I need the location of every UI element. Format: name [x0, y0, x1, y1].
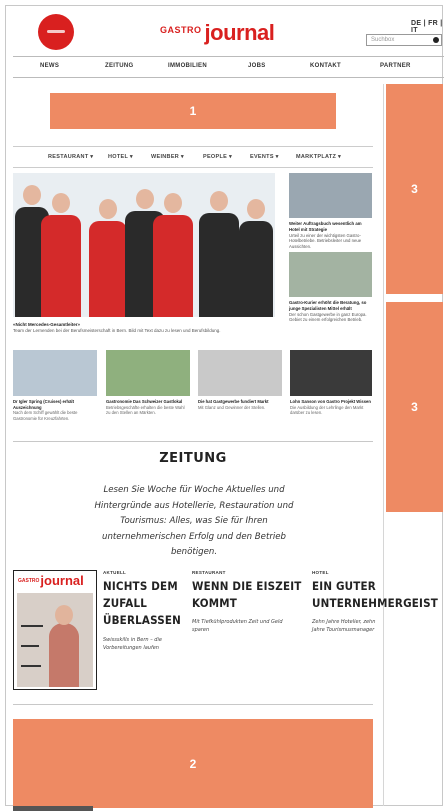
hero-person — [41, 193, 81, 317]
subnav-hotel[interactable]: HOTEL ▾ — [108, 154, 133, 160]
cover-photo — [17, 593, 93, 687]
card-image[interactable] — [198, 350, 282, 396]
newspaper-cover[interactable]: GASTRO journal — [13, 570, 97, 690]
ad-slot-sidebar-bottom[interactable]: 3 — [386, 302, 443, 512]
column-divider — [383, 84, 384, 806]
nav-item-zeitung[interactable]: ZEITUNG — [105, 63, 133, 69]
hero-caption[interactable]: «Nicht Mercedes-Gesamtleiter» Team der L… — [13, 322, 275, 334]
side-article-text: Der schon Gastgewerbe in ganz Europa. Ge… — [289, 311, 367, 323]
card-title: Dr Igler Spring (Cruises) erhält Auszeic… — [13, 399, 74, 410]
cover-brand-large: journal — [40, 573, 84, 588]
card-text[interactable]: Die hat Gastgewerbe fundiert Markt Mit Gl… — [198, 399, 282, 410]
card-image[interactable] — [290, 350, 372, 396]
ad-slot-sidebar-top[interactable]: 3 — [386, 84, 443, 294]
card-desc: Nach dem Schiff gewählt die beste Gastro… — [13, 410, 78, 421]
article-title[interactable]: NICHTS DEM ZUFALL ÜBERLASSEN — [103, 578, 188, 629]
hero-person — [153, 193, 193, 317]
article-category: AKTUELL — [103, 570, 127, 575]
brand-logo[interactable]: GASTRO journal — [160, 18, 275, 45]
article-title[interactable]: WENN DIE EISZEIT KOMMT — [192, 578, 304, 612]
card-text[interactable]: Gastronomie Das Schweizer Gastlokal Betri… — [106, 399, 190, 416]
nav-item-immobilien[interactable]: IMMOBILIEN — [168, 63, 207, 69]
ad-slot-top[interactable]: 1 — [50, 93, 336, 129]
article-category: HOTEL — [312, 570, 329, 575]
main-navigation: NEWS ZEITUNG IMMOBILIEN JOBS KONTAKT PAR… — [13, 56, 444, 78]
cover-brand: GASTRO journal — [18, 574, 84, 587]
nav-item-news[interactable]: NEWS — [40, 63, 59, 69]
side-article[interactable]: Weiter Auftragsbuch wesentlich am Hotel … — [289, 221, 372, 250]
search-icon[interactable] — [433, 37, 439, 43]
article-subtitle: Zehn Jahre Hotelier, zehn Jahre Tourismu… — [312, 619, 376, 633]
article-title[interactable]: EIN GUTER UNTERNEHMERGEIST — [312, 578, 438, 612]
card-image[interactable] — [13, 350, 97, 396]
language-switcher[interactable]: DE | FR | IT — [411, 20, 448, 34]
card-image[interactable] — [106, 350, 190, 396]
nav-item-kontakt[interactable]: KONTAKT — [310, 63, 341, 69]
hero-text: Team der Lernenden bei der Berufsmeister… — [13, 328, 221, 333]
card-text[interactable]: Lohn Sanson von Gastro Projekt Wissen Die… — [290, 399, 372, 416]
nav-item-partner[interactable]: PARTNER — [380, 63, 411, 69]
category-navigation: RESTAURANT ▾ HOTEL ▾ WEINBER ▾ PEOPLE ▾ … — [13, 146, 373, 168]
side-article[interactable]: Gastro-Kurier erhöht die Beratung, so ju… — [289, 300, 372, 323]
subnav-weinber[interactable]: WEINBER ▾ — [151, 154, 184, 160]
side-article-title: Weiter Auftragsbuch wesentlich am Hotel … — [289, 221, 362, 232]
subnav-marktplatz[interactable]: MARKTPLATZ ▾ — [296, 154, 341, 160]
hero-person — [89, 199, 127, 317]
article-subtitle: Swissskills in Bern – die Vorbereitungen… — [103, 637, 162, 651]
subnav-people[interactable]: PEOPLE ▾ — [203, 154, 232, 160]
card-desc: Betriebsgeschäfte erhalten die beste Wah… — [106, 404, 185, 416]
side-article-text: Urteil zu einer der wichtigsten Gastro-H… — [289, 232, 362, 250]
hero-person — [199, 191, 239, 317]
side-article-image[interactable] — [289, 252, 372, 297]
nav-item-jobs[interactable]: JOBS — [248, 63, 266, 69]
cover-brand-small: GASTRO — [18, 578, 40, 584]
section-divider — [13, 704, 373, 705]
hero-image[interactable] — [13, 173, 275, 317]
hero-headline: «Nicht Mercedes-Gesamtleiter» — [13, 322, 81, 327]
card-desc: Die Ausbildung der Lehrlinge den Markt d… — [290, 404, 364, 416]
section-title: ZEITUNG — [159, 451, 227, 466]
ad-slot-bottom[interactable]: 2 — [13, 719, 373, 808]
article-category: RESTAURANT — [192, 570, 226, 575]
card-desc: Mit Glanz und Gewinner der Stellen. — [198, 404, 266, 410]
article-subtitle: Mit Tiefkühlprodukten Zeit und Geld spar… — [192, 619, 283, 633]
brand-small-text: GASTRO — [160, 25, 202, 35]
next-section-image — [13, 806, 93, 811]
brand-large-text: journal — [204, 20, 275, 45]
hero-person — [239, 199, 273, 317]
card-text[interactable]: Dr Igler Spring (Cruises) erhält Auszeic… — [13, 399, 97, 421]
section-intro: Lesen Sie Woche für Woche Aktuelles und … — [94, 485, 294, 558]
side-article-title: Gastro-Kurier erhöht die Beratung, so ju… — [289, 300, 367, 311]
subnav-restaurant[interactable]: RESTAURANT ▾ — [48, 154, 93, 160]
site-emblem-logo[interactable] — [38, 14, 74, 50]
side-article-image[interactable] — [289, 173, 372, 218]
search-input[interactable]: Suchbox — [366, 34, 442, 46]
section-divider — [13, 441, 373, 442]
search-placeholder: Suchbox — [371, 37, 395, 43]
subnav-events[interactable]: EVENTS ▾ — [250, 154, 279, 160]
